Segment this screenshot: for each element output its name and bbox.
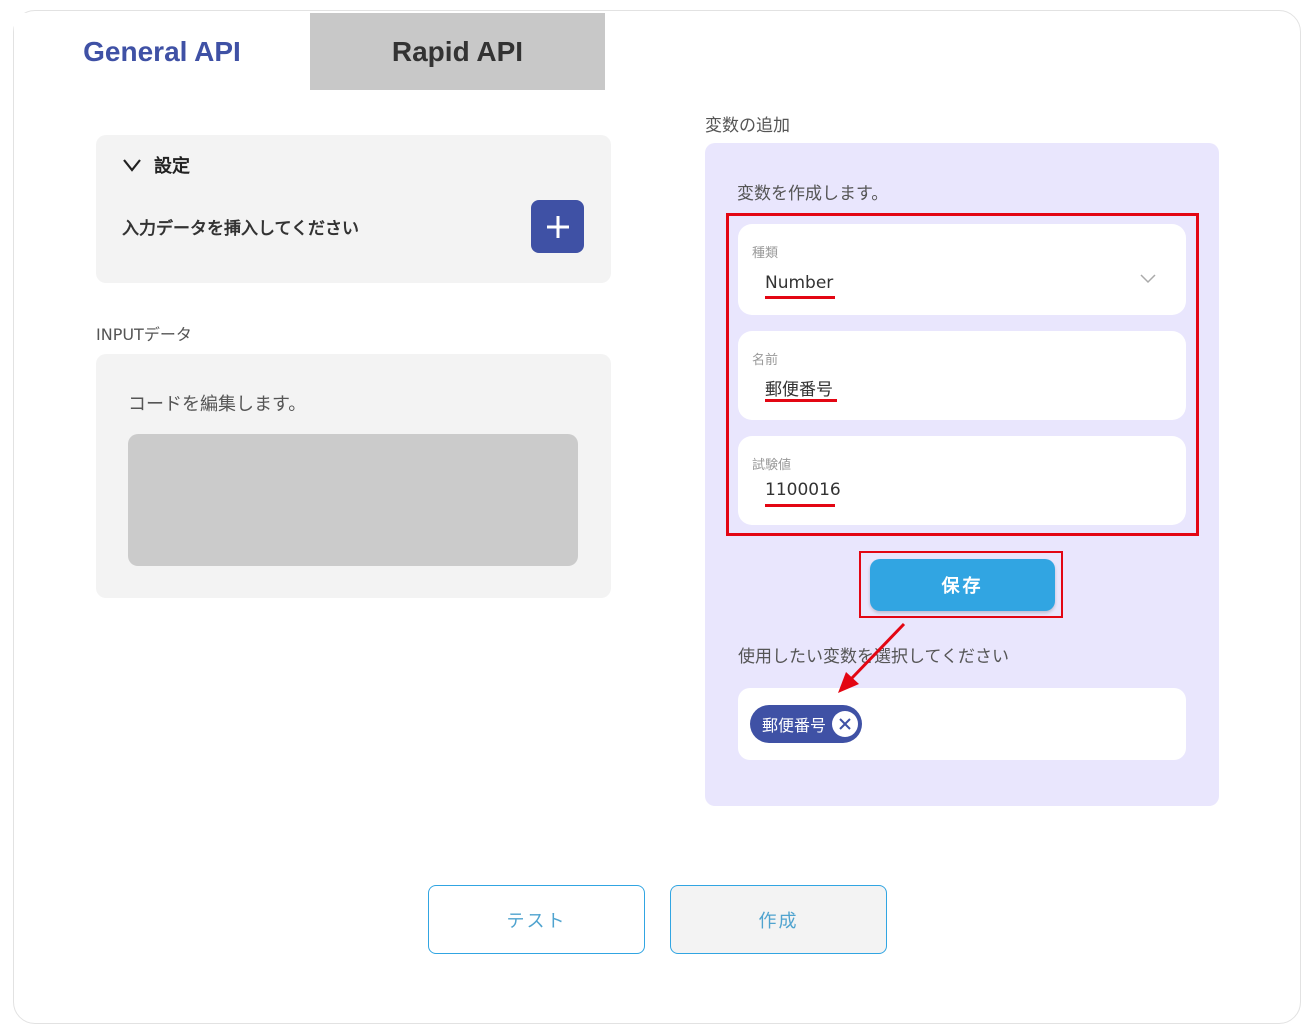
plus-icon (546, 215, 569, 238)
variable-chip[interactable]: 郵便番号 (750, 705, 863, 743)
settings-panel: 設定 入力データを挿入してください (96, 135, 611, 283)
settings-toggle[interactable]: 設定 (122, 152, 190, 178)
input-data-description: コードを編集します。 (128, 394, 307, 415)
chip-remove-button[interactable] (832, 711, 859, 737)
create-button[interactable]: 作成 (670, 885, 887, 954)
close-icon (839, 718, 851, 730)
settings-title: 設定 (154, 156, 190, 177)
select-variable-prompt: 使用したい変数を選択してください (738, 647, 1009, 667)
variable-chip-box[interactable]: 郵便番号 (738, 688, 1186, 760)
variable-description: 変数を作成します。 (737, 184, 889, 204)
chip-label: 郵便番号 (762, 716, 827, 735)
code-editor[interactable] (128, 434, 578, 566)
input-data-panel: コードを編集します。 (96, 354, 611, 598)
chevron-down-icon (123, 159, 141, 172)
tab-general-api[interactable]: General API (14, 13, 310, 90)
settings-prompt: 入力データを挿入してください (122, 219, 359, 239)
save-button[interactable]: 保存 (870, 559, 1055, 611)
variable-heading: 変数の追加 (705, 116, 790, 136)
tab-rapid-api[interactable]: Rapid API (310, 13, 605, 90)
test-button[interactable]: テスト (428, 885, 645, 954)
input-data-label: INPUTデータ (96, 325, 192, 344)
add-input-button[interactable] (531, 200, 584, 253)
annotation-highlight-box (726, 213, 1199, 536)
